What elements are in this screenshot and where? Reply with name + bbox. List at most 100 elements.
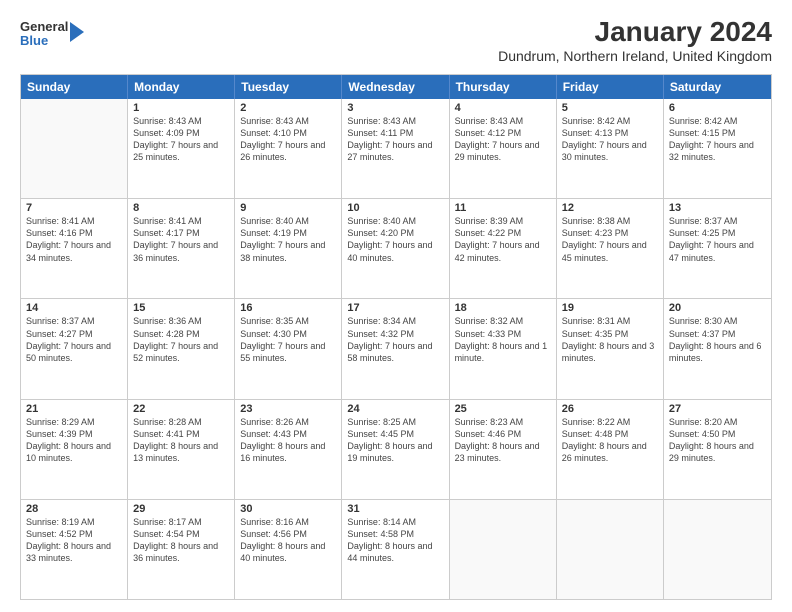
cell-info: Sunrise: 8:43 AMSunset: 4:10 PMDaylight:… (240, 115, 336, 164)
cell-day-number: 20 (669, 302, 766, 314)
cell-sunset: Sunset: 4:52 PM (26, 529, 93, 539)
cell-sunrise: Sunrise: 8:40 AM (240, 216, 309, 226)
cell-sunset: Sunset: 4:13 PM (562, 128, 629, 138)
cell-info: Sunrise: 8:31 AMSunset: 4:35 PMDaylight:… (562, 315, 658, 364)
calendar-cell: 13 Sunrise: 8:37 AM Sunset: 4:25 PM Dayligh… (664, 199, 771, 298)
cell-sunset: Sunset: 4:45 PM (347, 429, 414, 439)
cell-sunrise: Sunrise: 8:43 AM (133, 116, 202, 126)
cell-day-number: 21 (26, 403, 122, 415)
cell-sunrise: Sunrise: 8:28 AM (133, 417, 202, 427)
cell-daylight: Daylight: 7 hours and 40 minutes. (347, 240, 432, 262)
cell-info: Sunrise: 8:35 AMSunset: 4:30 PMDaylight:… (240, 315, 336, 364)
cell-day-number: 9 (240, 202, 336, 214)
cell-sunrise: Sunrise: 8:17 AM (133, 517, 202, 527)
cell-day-number: 25 (455, 403, 551, 415)
cell-sunset: Sunset: 4:39 PM (26, 429, 93, 439)
cell-daylight: Daylight: 7 hours and 50 minutes. (26, 341, 111, 363)
cell-sunrise: Sunrise: 8:32 AM (455, 316, 524, 326)
calendar-cell: 17Sunrise: 8:34 AMSunset: 4:32 PMDayligh… (342, 299, 449, 398)
calendar-cell: 2Sunrise: 8:43 AMSunset: 4:10 PMDaylight… (235, 99, 342, 198)
cell-sunset: Sunset: 4:37 PM (669, 329, 736, 339)
cell-sunset: Sunset: 4:09 PM (133, 128, 200, 138)
cell-daylight: Daylight: 8 hours and 33 minutes. (26, 541, 111, 563)
calendar-cell: 19Sunrise: 8:31 AMSunset: 4:35 PMDayligh… (557, 299, 664, 398)
cell-daylight: Daylight: 7 hours and 47 minutes. (669, 240, 754, 262)
calendar-cell: 8Sunrise: 8:41 AMSunset: 4:17 PMDaylight… (128, 199, 235, 298)
cell-daylight: Daylight: 7 hours and 27 minutes. (347, 140, 432, 162)
logo-blue: Blue (20, 34, 68, 48)
cell-sunrise: Sunrise: 8:39 AM (455, 216, 524, 226)
cell-day-number: 15 (133, 302, 229, 314)
cell-day-number: 2 (240, 102, 336, 114)
cell-daylight: Daylight: 8 hours and 29 minutes. (669, 441, 754, 463)
cell-sunrise: Sunrise: 8:31 AM (562, 316, 631, 326)
cell-info: Sunrise: 8:23 AMSunset: 4:46 PMDaylight:… (455, 416, 551, 465)
cell-day-number: 29 (133, 503, 229, 515)
title-block: January 2024 Dundrum, Northern Ireland, … (498, 16, 772, 64)
cell-sunrise: Sunrise: 8:37 AM (669, 216, 738, 226)
calendar-cell: 7Sunrise: 8:41 AMSunset: 4:16 PMDaylight… (21, 199, 128, 298)
cell-sunset: Sunset: 4:20 PM (347, 228, 414, 238)
cell-sunrise: Sunrise: 8:22 AM (562, 417, 631, 427)
cell-info: Sunrise: 8:22 AM Sunset: 4:48 PM Daylight:… (562, 416, 658, 465)
cell-sunset: Sunset: 4:16 PM (26, 228, 93, 238)
cell-sunrise: Sunrise: 8:19 AM (26, 517, 95, 527)
cell-daylight: Daylight: 8 hours and 13 minutes. (133, 441, 218, 463)
cell-sunrise: Sunrise: 8:26 AM (240, 417, 309, 427)
cell-daylight: Daylight: 8 hours and 26 minutes. (562, 441, 647, 463)
cell-daylight: Daylight: 7 hours and 26 minutes. (240, 140, 325, 162)
cell-sunset: Sunset: 4:58 PM (347, 529, 414, 539)
cell-sunrise: Sunrise: 8:20 AM (669, 417, 738, 427)
calendar-row: 21Sunrise: 8:29 AMSunset: 4:39 PMDayligh… (21, 400, 771, 500)
cell-day-number: 13 (669, 202, 766, 214)
cell-day-number: 14 (26, 302, 122, 314)
cell-day-number: 26 (562, 403, 658, 415)
cell-daylight: Daylight: 8 hours and 10 minutes. (26, 441, 111, 463)
cell-info: Sunrise: 8:28 AMSunset: 4:41 PMDaylight:… (133, 416, 229, 465)
cell-daylight: Daylight: 8 hours and 16 minutes. (240, 441, 325, 463)
cell-sunset: Sunset: 4:25 PM (669, 228, 736, 238)
calendar-header: SundayMondayTuesdayWednesdayThursdayFrid… (21, 75, 771, 99)
cell-day-number: 5 (562, 102, 658, 114)
cell-sunset: Sunset: 4:10 PM (240, 128, 307, 138)
cell-info: Sunrise: 8:42 AMSunset: 4:13 PMDaylight:… (562, 115, 658, 164)
calendar-cell: 20Sunrise: 8:30 AMSunset: 4:37 PMDayligh… (664, 299, 771, 398)
cell-daylight: Daylight: 8 hours and 44 minutes. (347, 541, 432, 563)
cell-sunset: Sunset: 4:28 PM (133, 329, 200, 339)
cell-info: Sunrise: 8:40 AMSunset: 4:19 PMDaylight:… (240, 215, 336, 264)
cell-sunrise: Sunrise: 8:42 AM (562, 116, 631, 126)
day-header-thursday: Thursday (450, 75, 557, 99)
day-header-sunday: Sunday (21, 75, 128, 99)
cell-info: Sunrise: 8:42 AMSunset: 4:15 PMDaylight:… (669, 115, 766, 164)
cell-daylight: Daylight: 7 hours and 45 minutes. (562, 240, 647, 262)
cell-info: Sunrise: 8:41 AMSunset: 4:16 PMDaylight:… (26, 215, 122, 264)
cell-sunset: Sunset: 4:15 PM (669, 128, 736, 138)
calendar-cell: 26 Sunrise: 8:22 AM Sunset: 4:48 PM Dayligh… (557, 400, 664, 499)
cell-info: Sunrise: 8:37 AMSunset: 4:27 PMDaylight:… (26, 315, 122, 364)
calendar-cell: 31Sunrise: 8:14 AMSunset: 4:58 PMDayligh… (342, 500, 449, 599)
cell-daylight: Daylight: 7 hours and 38 minutes. (240, 240, 325, 262)
calendar-title: January 2024 (498, 16, 772, 48)
cell-info: Sunrise: 8:43 AMSunset: 4:12 PMDaylight:… (455, 115, 551, 164)
cell-day-number: 17 (347, 302, 443, 314)
cell-sunset: Sunset: 4:46 PM (455, 429, 522, 439)
calendar-cell: 10Sunrise: 8:40 AMSunset: 4:20 PMDayligh… (342, 199, 449, 298)
logo: General Blue (20, 20, 84, 49)
cell-sunrise: Sunrise: 8:43 AM (455, 116, 524, 126)
cell-daylight: Daylight: 8 hours and 6 minutes. (669, 341, 762, 363)
cell-info: Sunrise: 8:43 AMSunset: 4:11 PMDaylight:… (347, 115, 443, 164)
cell-daylight: Daylight: 7 hours and 29 minutes. (455, 140, 540, 162)
cell-sunset: Sunset: 4:48 PM (562, 429, 629, 439)
calendar-cell: 21Sunrise: 8:29 AMSunset: 4:39 PMDayligh… (21, 400, 128, 499)
cell-day-number: 30 (240, 503, 336, 515)
cell-day-number: 8 (133, 202, 229, 214)
cell-day-number: 12 (562, 202, 658, 214)
calendar-cell: 28Sunrise: 8:19 AMSunset: 4:52 PMDayligh… (21, 500, 128, 599)
cell-sunset: Sunset: 4:35 PM (562, 329, 629, 339)
cell-info: Sunrise: 8:25 AMSunset: 4:45 PMDaylight:… (347, 416, 443, 465)
day-header-monday: Monday (128, 75, 235, 99)
calendar-cell: 27Sunrise: 8:20 AMSunset: 4:50 PMDayligh… (664, 400, 771, 499)
cell-sunrise: Sunrise: 8:41 AM (26, 216, 95, 226)
cell-info: Sunrise: 8:16 AMSunset: 4:56 PMDaylight:… (240, 516, 336, 565)
cell-sunrise: Sunrise: 8:14 AM (347, 517, 416, 527)
